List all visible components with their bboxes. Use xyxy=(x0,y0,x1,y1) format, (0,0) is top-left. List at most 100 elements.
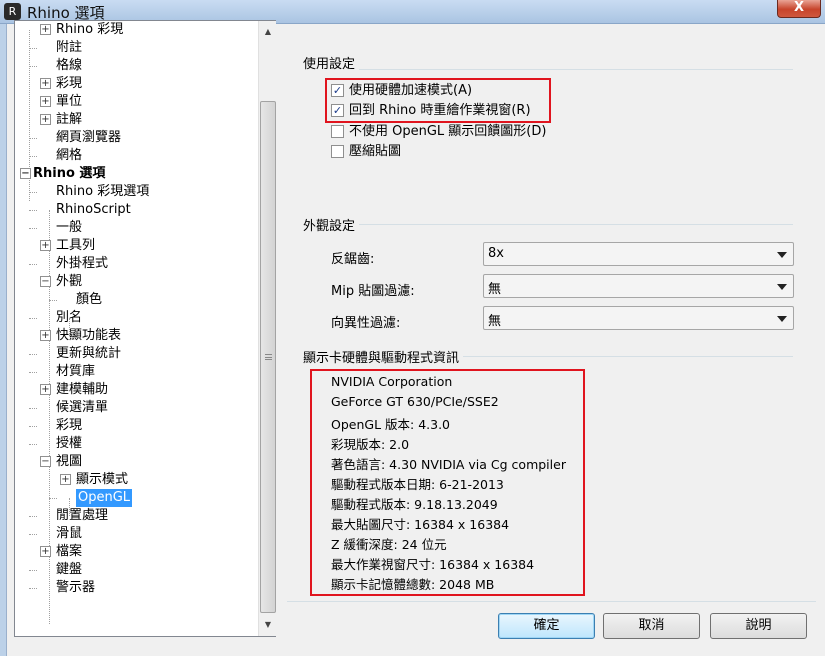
tree-connector xyxy=(29,354,37,355)
gpu-info-line: 驅動程式版本日期: 6-21-2013 xyxy=(331,477,504,492)
tree-item-label: 網格 xyxy=(56,148,83,163)
bottom-separator xyxy=(287,601,816,602)
rhino-app-icon: R xyxy=(4,3,21,20)
scroll-down-arrow-icon[interactable]: ▼ xyxy=(261,618,275,632)
tree-connector xyxy=(29,318,37,319)
grip-icon xyxy=(265,354,272,360)
tree-item-label: 視圖 xyxy=(56,454,83,469)
options-tree[interactable]: + Rhino 彩現 附註 格線 + 彩現 + 單位 + 註解 網頁瀏覽器 網格 − Rhino 選項 Rh… xyxy=(14,20,276,637)
tree-item-label: 更新與統計 xyxy=(56,346,122,361)
scroll-up-arrow-icon[interactable]: ▲ xyxy=(261,25,275,39)
tree-connector xyxy=(49,300,57,301)
tree-item-label: OpenGL xyxy=(76,489,133,507)
tree-connector xyxy=(29,192,37,193)
tree-item-label: 建模輔助 xyxy=(56,382,109,397)
appearance-group-line xyxy=(303,224,793,225)
tree-connector xyxy=(49,498,57,499)
anisotropic-filter-label: 向異性過濾: xyxy=(331,316,401,331)
tree-scrollbar[interactable]: ▲ ▼ xyxy=(258,21,276,636)
mip-filter-label: Mip 貼圖過濾: xyxy=(331,284,415,299)
expand-plus-icon[interactable]: + xyxy=(40,384,51,395)
tree-item-label: 彩現 xyxy=(56,76,83,91)
tree-item-label: 工具列 xyxy=(56,238,96,253)
gpu-info-line: 驅動程式版本: 9.18.13.2049 xyxy=(331,497,498,512)
expand-plus-icon[interactable]: + xyxy=(40,24,51,35)
checkbox-unchecked-icon xyxy=(331,145,344,158)
tree-item-label: 顏色 xyxy=(76,292,103,307)
tree-item-label: 快顯功能表 xyxy=(56,328,122,343)
gpu-info-line: NVIDIA Corporation xyxy=(331,374,453,389)
mip-filter-dropdown[interactable]: 無 xyxy=(483,274,794,298)
expand-plus-icon[interactable]: + xyxy=(40,546,51,557)
collapse-minus-icon[interactable]: − xyxy=(40,276,51,287)
tree-item-label: Rhino 彩現 xyxy=(56,22,124,37)
tree-connector xyxy=(29,210,37,211)
tree-item-label: 彩現 xyxy=(56,418,83,433)
tree-item-label: 檔案 xyxy=(56,544,83,559)
tree-connector xyxy=(29,426,37,427)
antialias-dropdown[interactable]: 8x xyxy=(483,242,794,266)
tree-item-label: 顯示模式 xyxy=(76,472,129,487)
usage-group-line xyxy=(303,69,793,70)
tree-connector xyxy=(29,588,37,589)
tree-item-label: 材質庫 xyxy=(56,364,96,379)
tree-connector xyxy=(29,372,37,373)
dropdown-arrow-icon xyxy=(777,316,787,322)
tree-item-label: 網頁瀏覽器 xyxy=(56,130,122,145)
gpu-info-line: 顯示卡記憶體總數: 2048 MB xyxy=(331,577,495,592)
gpu-info-line: Z 緩衝深度: 24 位元 xyxy=(331,537,447,552)
expand-plus-icon[interactable]: + xyxy=(40,114,51,125)
tree-connector xyxy=(29,156,37,157)
ok-button[interactable]: 確定 xyxy=(498,613,595,639)
dropdown-arrow-icon xyxy=(777,252,787,258)
close-button[interactable]: X xyxy=(777,0,821,18)
tree-item-label: 單位 xyxy=(56,94,83,109)
dropdown-arrow-icon xyxy=(777,284,787,290)
cancel-button[interactable]: 取消 xyxy=(603,613,700,639)
tree-item-label: 外觀 xyxy=(56,274,83,289)
gpu-info-line: 著色語言: 4.30 NVIDIA via Cg compiler xyxy=(331,457,566,472)
tree-item-label: 候選清單 xyxy=(56,400,109,415)
gpu-info-line: 彩現版本: 2.0 xyxy=(331,437,410,452)
collapse-minus-icon[interactable]: − xyxy=(20,168,31,179)
tree-connector xyxy=(29,570,37,571)
tree-item-label: 警示器 xyxy=(56,580,96,595)
tree-item-label: RhinoScript xyxy=(56,202,131,217)
gpu-info-line: 最大作業視窗尺寸: 16384 x 16384 xyxy=(331,557,535,572)
tree-connector xyxy=(29,66,37,67)
tree-item-label: 閒置處理 xyxy=(56,508,109,523)
expand-plus-icon[interactable]: + xyxy=(40,96,51,107)
usage-group-title: 使用設定 xyxy=(303,53,360,72)
gpu-info-line: GeForce GT 630/PCIe/SSE2 xyxy=(331,394,499,409)
tree-item-label: Rhino 彩現選項 xyxy=(56,184,150,199)
tree-item-label: Rhino 選項 xyxy=(33,166,106,181)
tree-connector xyxy=(29,408,37,409)
antialias-label: 反鋸齒: xyxy=(331,252,375,267)
tree-item-label: 格線 xyxy=(56,58,83,73)
tree-connector xyxy=(29,444,37,445)
tree-item-label: 鍵盤 xyxy=(56,562,83,577)
tree-item-label: 滑鼠 xyxy=(56,526,83,541)
collapse-minus-icon[interactable]: − xyxy=(40,456,51,467)
tree-connector xyxy=(29,48,37,49)
scroll-thumb[interactable] xyxy=(260,101,276,613)
anisotropic-filter-dropdown[interactable]: 無 xyxy=(483,306,794,330)
tree-connector xyxy=(29,138,37,139)
expand-plus-icon[interactable]: + xyxy=(40,240,51,251)
tree-item-label: 註解 xyxy=(56,112,83,127)
highlight-box-checkboxes xyxy=(325,78,551,123)
help-button[interactable]: 說明 xyxy=(710,613,807,639)
tree-item-label: 附註 xyxy=(56,40,83,55)
tree-item-label: 一般 xyxy=(56,220,83,235)
appearance-group-title: 外觀設定 xyxy=(303,215,360,234)
tree-connector xyxy=(29,534,37,535)
tree-item-label: 授權 xyxy=(56,436,83,451)
expand-plus-icon[interactable]: + xyxy=(40,78,51,89)
tree-item-label: 外掛程式 xyxy=(56,256,109,271)
expand-plus-icon[interactable]: + xyxy=(60,474,71,485)
checkbox-unchecked-icon xyxy=(331,125,344,138)
tree-connector xyxy=(29,516,37,517)
gpu-info-line: 最大貼圖尺寸: 16384 x 16384 xyxy=(331,517,510,532)
expand-plus-icon[interactable]: + xyxy=(40,330,51,341)
tree-item-label: 別名 xyxy=(56,310,83,325)
